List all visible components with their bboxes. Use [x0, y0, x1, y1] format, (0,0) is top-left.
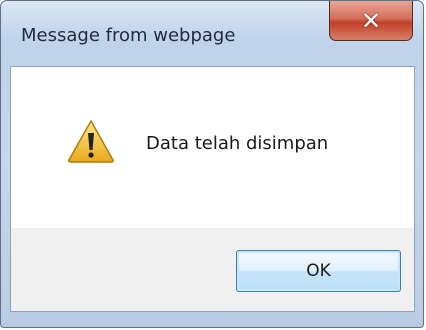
dialog-footer: OK	[10, 228, 415, 312]
ok-button-label: OK	[306, 261, 331, 281]
close-button[interactable]: ✕	[329, 1, 413, 41]
ok-button[interactable]: OK	[236, 250, 401, 292]
close-icon: ✕	[360, 6, 382, 35]
message-dialog-window: Message from webpage ✕ Data telah disimp…	[0, 0, 424, 328]
warning-icon	[68, 119, 114, 163]
dialog-content: Data telah disimpan	[10, 66, 415, 228]
title-bar[interactable]: Message from webpage ✕	[1, 1, 423, 65]
dialog-message: Data telah disimpan	[146, 133, 329, 154]
window-title: Message from webpage	[21, 25, 236, 46]
